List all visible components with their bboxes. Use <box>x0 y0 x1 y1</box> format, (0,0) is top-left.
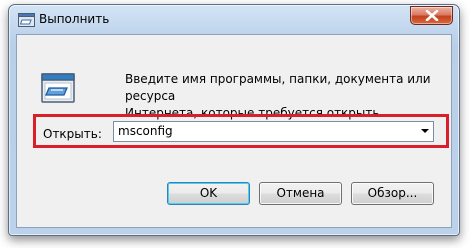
ok-button[interactable]: OK <box>167 182 250 205</box>
run-program-icon <box>41 73 75 103</box>
open-input[interactable]: msconfig <box>118 124 173 138</box>
instruction-line-1: Введите имя программы, папки, документа … <box>125 72 431 103</box>
run-dialog-window: Выполнить Введите имя программы, папки, … <box>8 4 460 236</box>
open-label: Открыть: <box>43 127 102 141</box>
open-combobox[interactable]: msconfig <box>113 121 434 142</box>
close-button[interactable] <box>410 6 453 25</box>
chevron-down-icon[interactable] <box>421 129 429 133</box>
title-bar[interactable]: Выполнить <box>9 5 459 33</box>
close-icon <box>425 10 439 21</box>
run-icon <box>18 13 35 27</box>
dialog-body: Введите имя программы, папки, документа … <box>16 34 452 228</box>
browse-button[interactable]: Обзор... <box>351 182 434 205</box>
window-title: Выполнить <box>39 12 110 26</box>
cancel-button[interactable]: Отмена <box>259 182 342 205</box>
